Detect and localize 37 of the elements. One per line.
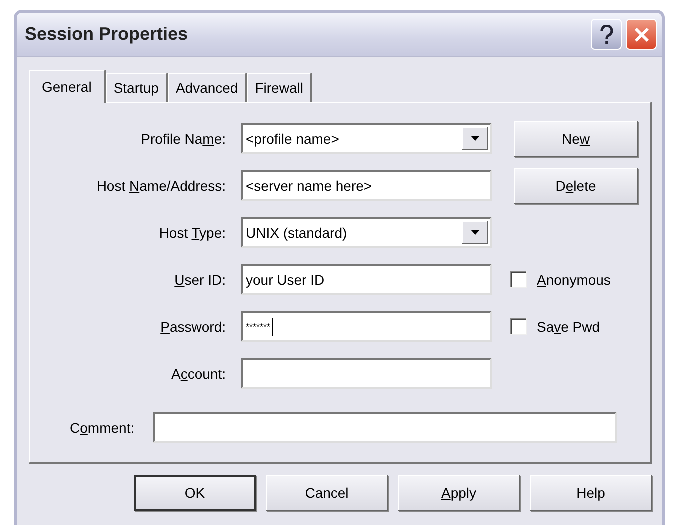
push-button[interactable]: Delete — [514, 168, 638, 204]
tab[interactable]: Firewall — [247, 73, 312, 102]
checkbox-label: Anonymous — [537, 272, 611, 288]
dropdown[interactable]: UNIX (standard) — [241, 217, 492, 248]
close-icon — [634, 26, 650, 42]
down-triangle-icon — [470, 230, 480, 235]
checkbox[interactable] — [510, 271, 527, 288]
field-label: Profile Name: — [140, 130, 226, 146]
input-field[interactable] — [152, 412, 617, 443]
input-field[interactable]: ******* — [241, 311, 492, 342]
field-label: Account: — [170, 366, 226, 382]
field-label: Host Name/Address: — [96, 178, 226, 194]
help-icon — [600, 24, 614, 44]
input-field[interactable]: your User ID — [241, 264, 492, 295]
dialog-button[interactable]: Apply — [398, 475, 520, 511]
dropdown-button[interactable] — [462, 127, 488, 150]
down-triangle-icon — [470, 136, 480, 141]
checkbox[interactable] — [510, 318, 527, 335]
field-label: User ID: — [174, 272, 226, 288]
tab[interactable]: Advanced — [168, 73, 248, 102]
push-button[interactable]: New — [514, 120, 638, 156]
checkbox-label: Save Pwd — [537, 318, 600, 334]
dialog-button[interactable]: OK — [134, 475, 256, 511]
tab[interactable]: Startup — [106, 73, 168, 102]
dialog-button[interactable]: Cancel — [266, 475, 388, 511]
field-label: Comment: — [70, 420, 135, 436]
tab[interactable]: General — [29, 70, 106, 103]
field-label: Password: — [160, 318, 226, 334]
input-field[interactable] — [241, 358, 492, 389]
field-label: Host Type: — [158, 224, 226, 240]
window-title: Session Properties — [25, 24, 190, 45]
dropdown-button[interactable] — [462, 221, 488, 244]
close-button[interactable] — [626, 19, 657, 50]
dialog-button[interactable]: Help — [530, 475, 652, 511]
dropdown[interactable]: <profile name> — [241, 123, 492, 154]
input-field[interactable]: <server name here> — [241, 170, 492, 201]
help-button[interactable] — [591, 19, 622, 50]
